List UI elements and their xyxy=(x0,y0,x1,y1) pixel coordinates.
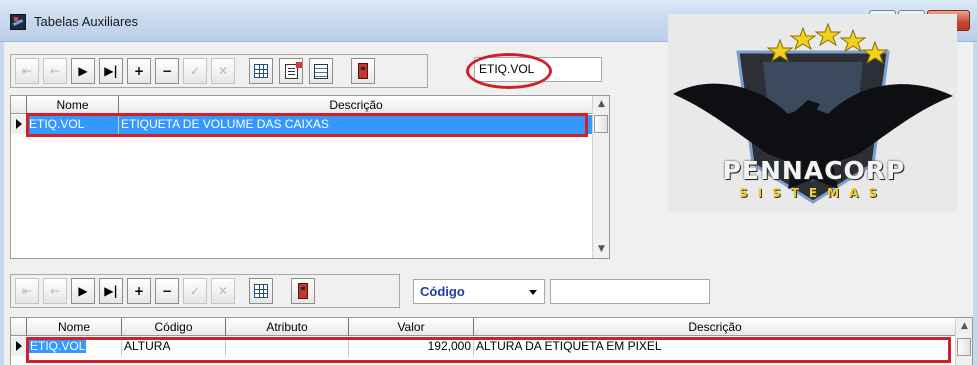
next-record-button[interactable]: ▶ xyxy=(71,58,95,84)
company-logo: PENNACORP SISTEMAS xyxy=(668,14,957,212)
field-selector-value: Código xyxy=(420,284,465,299)
refresh-icon xyxy=(254,284,268,298)
delete-record-button[interactable]: − xyxy=(155,58,179,84)
bottom-grid-scrollbar[interactable]: ▲ xyxy=(955,318,972,365)
last-record-button-bottom[interactable]: ▶| xyxy=(99,278,123,304)
cancel-record-button-bottom[interactable]: ✕ xyxy=(211,278,235,304)
scroll-up-icon[interactable]: ▲ xyxy=(593,96,609,113)
column-header-valor[interactable]: Valor xyxy=(349,318,474,336)
app-icon xyxy=(10,14,26,30)
grid-view-icon xyxy=(314,63,328,79)
bottom-grid-header: Nome Código Atributo Valor Descrição xyxy=(11,318,957,336)
window-title: Tabelas Auxiliares xyxy=(34,14,139,29)
top-navigator-toolbar: ⇤ ← ▶ ▶| + − ✓ ✕ xyxy=(10,54,428,88)
column-header-descricao[interactable]: Descrição xyxy=(119,96,594,114)
report-button[interactable] xyxy=(279,58,303,84)
row-indicator-icon xyxy=(11,337,27,356)
minus-icon: − xyxy=(161,284,173,298)
column-header-nome[interactable]: Nome xyxy=(27,318,122,336)
check-icon: ✓ xyxy=(189,284,201,298)
post-record-button[interactable]: ✓ xyxy=(183,58,207,84)
column-header-descricao[interactable]: Descrição xyxy=(474,318,957,336)
row-indicator-header xyxy=(11,318,27,336)
scroll-down-icon[interactable]: ▼ xyxy=(593,241,609,258)
check-icon: ✓ xyxy=(189,64,201,78)
row-indicator-icon xyxy=(11,115,27,134)
door-exit-icon xyxy=(358,63,368,79)
scroll-thumb[interactable] xyxy=(594,115,608,133)
delete-record-button-bottom[interactable]: − xyxy=(155,278,179,304)
prior-icon: ← xyxy=(49,64,61,78)
cancel-record-button[interactable]: ✕ xyxy=(211,58,235,84)
highlight-box-bottom-row xyxy=(26,337,951,363)
last-icon: ▶| xyxy=(104,284,118,298)
last-icon: ▶| xyxy=(104,64,118,78)
next-icon: ▶ xyxy=(78,64,88,78)
report-icon xyxy=(284,61,302,79)
chevron-down-icon xyxy=(529,290,537,295)
column-header-codigo[interactable]: Código xyxy=(122,318,226,336)
grid-view-button[interactable] xyxy=(309,58,333,84)
prior-icon: ← xyxy=(49,284,61,298)
bottom-search-input[interactable] xyxy=(550,279,710,304)
bottom-navigator-toolbar: ⇤ ← ▶ ▶| + − ✓ ✕ xyxy=(10,274,400,308)
column-header-nome[interactable]: Nome xyxy=(27,96,119,114)
highlight-oval xyxy=(466,53,552,89)
first-record-button-bottom[interactable]: ⇤ xyxy=(15,278,39,304)
first-icon: ⇤ xyxy=(21,64,33,78)
cancel-icon: ✕ xyxy=(217,284,229,298)
minus-icon: − xyxy=(161,64,173,78)
logo-subtitle: SISTEMAS xyxy=(738,186,887,200)
plus-icon: + xyxy=(133,284,145,298)
exit-button[interactable] xyxy=(351,58,375,84)
exit-button-bottom[interactable] xyxy=(291,278,315,304)
refresh-icon xyxy=(254,64,268,78)
plus-icon: + xyxy=(133,64,145,78)
field-selector-dropdown[interactable]: Código xyxy=(413,279,545,304)
highlight-box-top-row xyxy=(26,113,588,137)
refresh-button[interactable] xyxy=(249,58,273,84)
next-record-button-bottom[interactable]: ▶ xyxy=(71,278,95,304)
top-grid-header: Nome Descrição xyxy=(11,96,594,114)
door-exit-icon xyxy=(298,283,308,299)
refresh-button-bottom[interactable] xyxy=(249,278,273,304)
row-indicator-header xyxy=(11,96,27,114)
insert-record-button-bottom[interactable]: + xyxy=(127,278,151,304)
prior-record-button[interactable]: ← xyxy=(43,58,67,84)
first-record-button[interactable]: ⇤ xyxy=(15,58,39,84)
last-record-button[interactable]: ▶| xyxy=(99,58,123,84)
post-record-button-bottom[interactable]: ✓ xyxy=(183,278,207,304)
logo-name: PENNACORP xyxy=(722,156,906,185)
prior-record-button-bottom[interactable]: ← xyxy=(43,278,67,304)
scroll-up-icon[interactable]: ▲ xyxy=(956,318,972,335)
top-grid-scrollbar[interactable]: ▲ ▼ xyxy=(592,96,609,258)
column-header-atributo[interactable]: Atributo xyxy=(226,318,349,336)
scroll-thumb[interactable] xyxy=(957,338,971,356)
insert-record-button[interactable]: + xyxy=(127,58,151,84)
first-icon: ⇤ xyxy=(21,284,33,298)
cancel-icon: ✕ xyxy=(217,64,229,78)
next-icon: ▶ xyxy=(78,284,88,298)
